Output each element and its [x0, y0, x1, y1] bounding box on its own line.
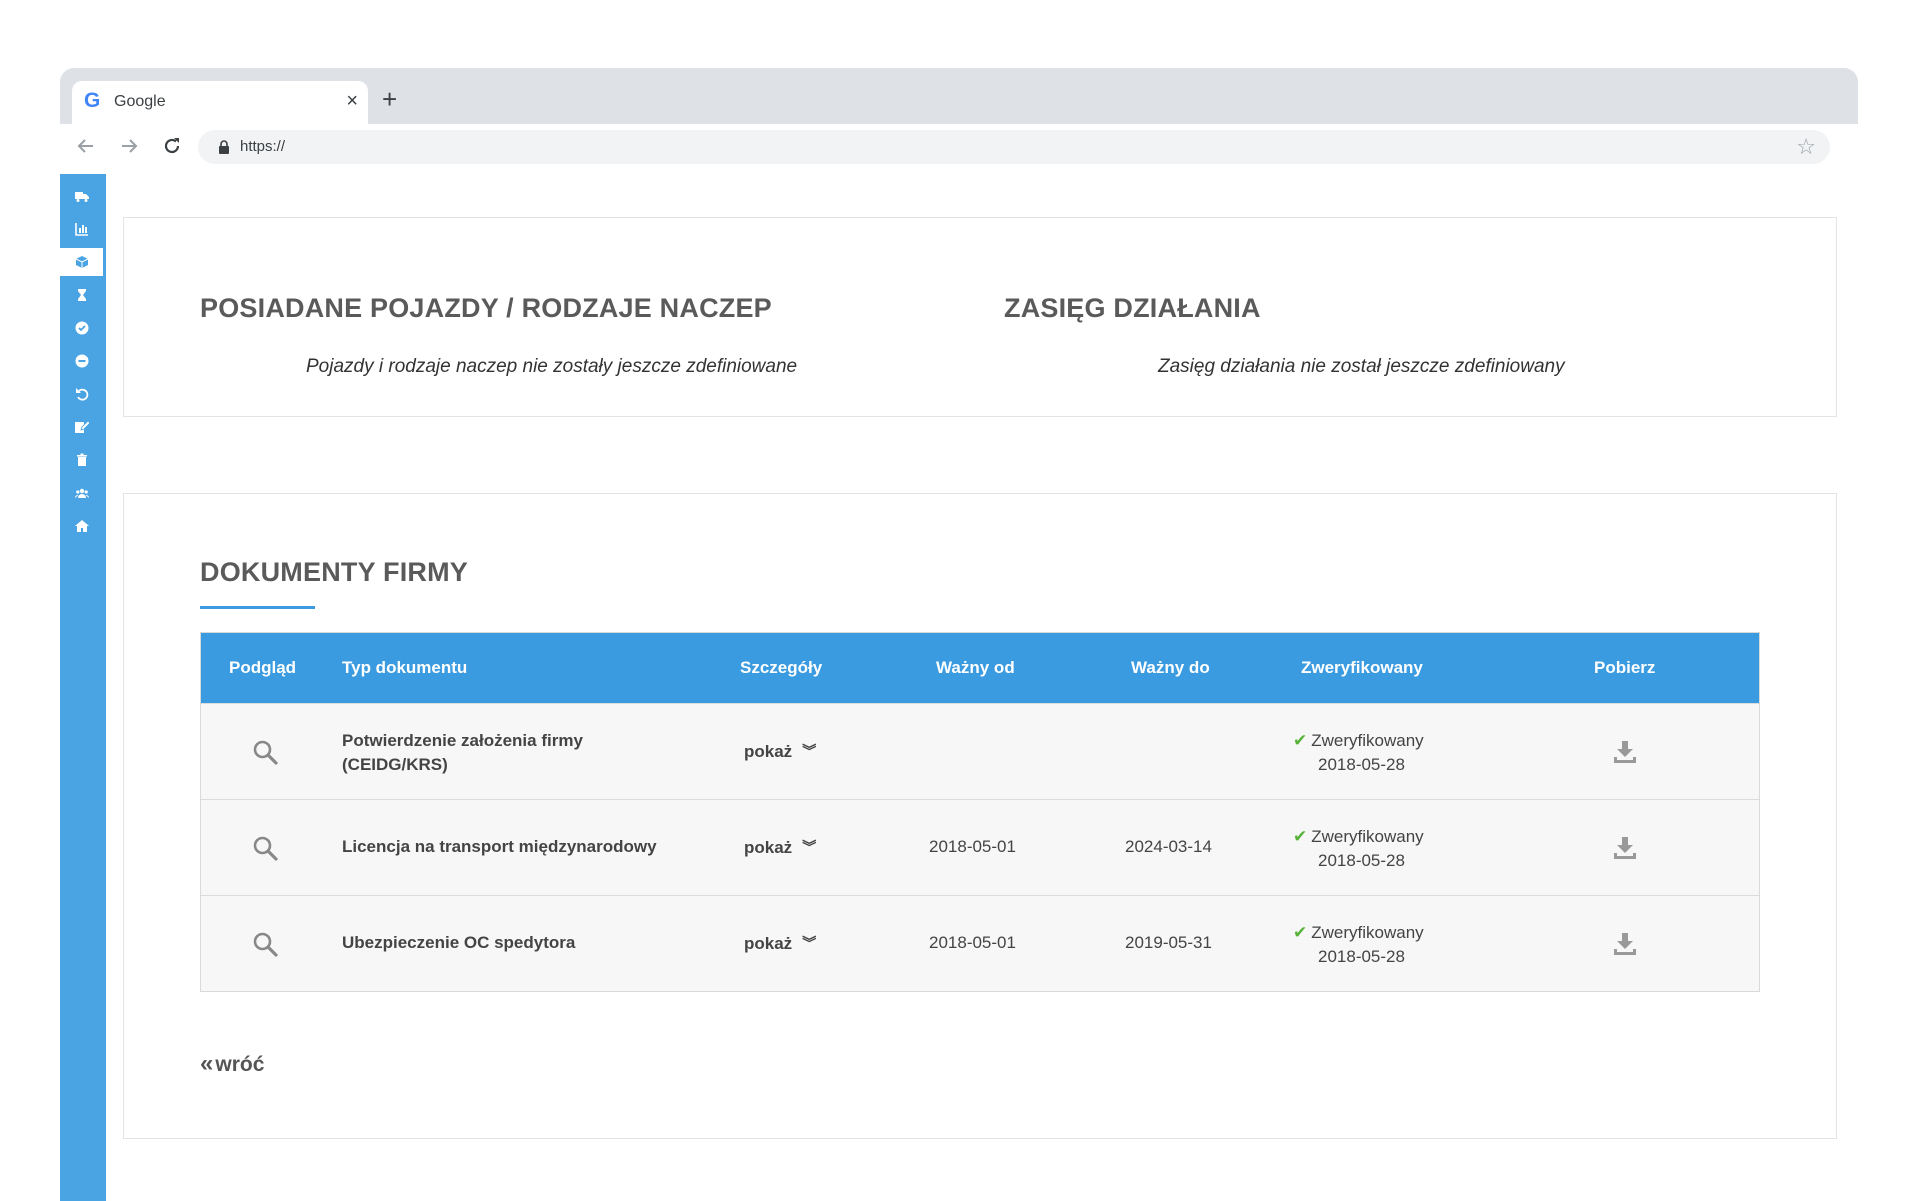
sidebar-item-edit[interactable]	[60, 413, 103, 441]
back-arrow-icon[interactable]	[72, 132, 100, 160]
sidebar-item-users[interactable]	[60, 479, 103, 507]
hourglass-icon	[78, 289, 86, 301]
verified-label: Zweryfikowany	[1311, 731, 1424, 750]
search-icon[interactable]	[252, 835, 278, 861]
document-type: Ubezpieczenie OC spedytora	[342, 933, 576, 952]
sidebar-item-check[interactable]	[60, 314, 103, 342]
valid-to: 2019-05-31	[1125, 933, 1212, 952]
download-icon[interactable]	[1612, 835, 1638, 861]
table-row: Ubezpieczenie OC spedytora pokaż ︾ 2018-0…	[201, 895, 1759, 991]
check-icon: ✔	[1293, 923, 1308, 942]
search-icon[interactable]	[252, 931, 278, 957]
details-label: pokaż	[744, 742, 793, 761]
table-row: Licencja na transport międzynarodowy pok…	[201, 799, 1759, 895]
browser-tab[interactable]: G Google ×	[72, 81, 368, 124]
verified-date: 2018-05-28	[1318, 947, 1405, 966]
details-toggle[interactable]: pokaż ︾	[744, 741, 816, 762]
cube-icon	[75, 256, 89, 268]
range-title: ZASIĘG DZIAŁANIA	[1004, 293, 1261, 323]
verified-date: 2018-05-28	[1318, 851, 1405, 870]
range-empty-note: Zasięg działania nie został jeszcze zdef…	[1158, 356, 1565, 377]
verified-label: Zweryfikowany	[1311, 923, 1424, 942]
check-icon: ✔	[1293, 827, 1308, 846]
column-header-verified[interactable]: Zweryfikowany	[1301, 633, 1423, 703]
undo-icon	[76, 388, 89, 401]
address-bar[interactable]: https:// ☆	[198, 130, 1830, 164]
chart-icon	[75, 223, 88, 236]
search-icon[interactable]	[252, 739, 278, 765]
check-icon: ✔	[1293, 731, 1308, 750]
check-circle-icon	[75, 321, 89, 335]
home-icon	[75, 520, 89, 532]
verified-status: ✔ Zweryfikowany 2018-05-28	[1293, 921, 1424, 969]
column-header-details[interactable]: Szczegóły	[740, 633, 822, 703]
google-favicon-icon: G	[84, 89, 101, 112]
details-label: pokaż	[744, 934, 793, 953]
sidebar-item-home[interactable]	[60, 512, 103, 540]
sidebar	[60, 174, 106, 1201]
verified-date: 2018-05-28	[1318, 755, 1405, 774]
double-chevron-down-icon: ︾	[802, 839, 817, 855]
documents-panel: DOKUMENTY FIRMY Podgląd Typ dokumentu Sz…	[123, 493, 1837, 1139]
verified-label: Zweryfikowany	[1311, 827, 1424, 846]
documents-table: Podgląd Typ dokumentu Szczegóły Ważny od…	[200, 632, 1760, 992]
profile-panel: POSIADANE POJAZDY / RODZAJE NACZEP Pojaz…	[123, 217, 1837, 417]
url-text: https://	[240, 138, 286, 155]
forward-arrow-icon[interactable]	[115, 132, 143, 160]
back-link[interactable]: «wróć	[200, 1050, 264, 1078]
sidebar-item-minus[interactable]	[60, 347, 103, 375]
table-header: Podgląd Typ dokumentu Szczegóły Ważny od…	[201, 633, 1759, 703]
details-toggle[interactable]: pokaż ︾	[744, 933, 816, 954]
title-underline	[200, 606, 315, 609]
browser-toolbar: https:// ☆	[60, 124, 1858, 168]
column-header-preview[interactable]: Podgląd	[229, 633, 296, 703]
edit-icon	[75, 420, 89, 433]
double-chevron-down-icon: ︾	[802, 743, 817, 759]
column-header-type[interactable]: Typ dokumentu	[342, 633, 467, 703]
download-icon[interactable]	[1612, 739, 1638, 765]
truck-icon	[75, 192, 89, 202]
sidebar-item-trash[interactable]	[60, 446, 103, 474]
details-label: pokaż	[744, 838, 793, 857]
document-type: Potwierdzenie założenia firmy (CEIDG/KRS…	[342, 729, 583, 777]
close-tab-icon[interactable]: ×	[346, 90, 358, 112]
document-type-line1: Potwierdzenie założenia firmy	[342, 731, 583, 750]
document-type: Licencja na transport międzynarodowy	[342, 837, 657, 856]
reload-icon[interactable]	[158, 132, 186, 160]
sidebar-item-undo[interactable]	[60, 380, 103, 408]
tab-bar: G Google × +	[60, 68, 1858, 124]
minus-circle-icon	[75, 354, 89, 368]
trash-icon	[77, 453, 87, 466]
sidebar-item-hourglass[interactable]	[60, 281, 103, 309]
verified-status: ✔ Zweryfikowany 2018-05-28	[1293, 825, 1424, 873]
valid-from: 2018-05-01	[929, 837, 1016, 856]
column-header-download[interactable]: Pobierz	[1594, 633, 1655, 703]
document-type-line2: (CEIDG/KRS)	[342, 755, 448, 774]
vehicles-title: POSIADANE POJAZDY / RODZAJE NACZEP	[200, 293, 772, 323]
double-chevron-down-icon: ︾	[802, 935, 817, 951]
valid-from: 2018-05-01	[929, 933, 1016, 952]
sidebar-item-cube[interactable]	[60, 248, 103, 276]
documents-title: DOKUMENTY FIRMY	[200, 557, 469, 587]
table-row: Potwierdzenie założenia firmy (CEIDG/KRS…	[201, 703, 1759, 799]
sidebar-item-chart[interactable]	[60, 215, 103, 243]
verified-status: ✔ Zweryfikowany 2018-05-28	[1293, 729, 1424, 777]
users-icon	[75, 488, 89, 498]
new-tab-button[interactable]: +	[382, 86, 397, 112]
tab-title: Google	[114, 93, 166, 110]
download-icon[interactable]	[1612, 931, 1638, 957]
column-header-valid-from[interactable]: Ważny od	[936, 633, 1015, 703]
double-chevron-left-icon: «	[200, 1050, 214, 1077]
valid-to: 2024-03-14	[1125, 837, 1212, 856]
vehicles-empty-note: Pojazdy i rodzaje naczep nie zostały jes…	[306, 356, 798, 377]
details-toggle[interactable]: pokaż ︾	[744, 837, 816, 858]
lock-icon	[219, 140, 229, 154]
sidebar-item-truck[interactable]	[60, 182, 103, 210]
back-label: wróć	[215, 1053, 265, 1076]
column-header-valid-to[interactable]: Ważny do	[1131, 633, 1210, 703]
bookmark-star-icon[interactable]: ☆	[1796, 135, 1816, 159]
